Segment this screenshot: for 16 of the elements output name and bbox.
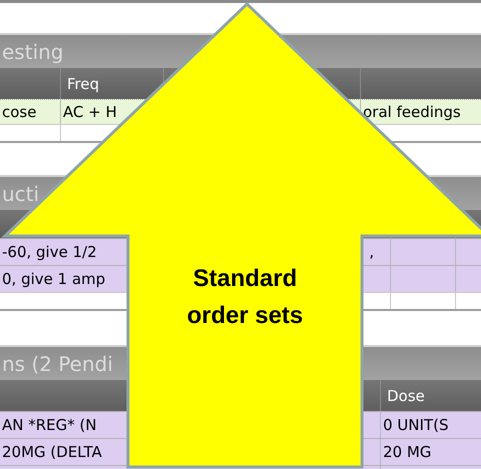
table-cell: oral feedings	[363, 103, 461, 121]
column-header[interactable]: Dose	[387, 386, 425, 404]
callout-text: Standard order sets	[186, 264, 304, 331]
table-cell: AN *REG* (N	[2, 416, 97, 434]
table-cell: 0 UNIT(S	[383, 416, 448, 434]
table-cell: 20 MG	[383, 443, 432, 461]
table-cell: 20MG (DELTA	[2, 443, 102, 461]
table-cell: -60, give 1/2	[2, 243, 97, 261]
table-cell: ,	[369, 243, 374, 261]
table-cell: 0, give 1 amp	[2, 270, 106, 288]
section-title: ns (2 Pendi	[2, 352, 113, 376]
section-title: esting	[2, 40, 64, 64]
section-title: ucti	[2, 182, 40, 206]
column-header[interactable]: Freq	[67, 74, 100, 92]
table-cell: AC + H	[63, 103, 117, 121]
table-cell: cose	[2, 103, 36, 121]
